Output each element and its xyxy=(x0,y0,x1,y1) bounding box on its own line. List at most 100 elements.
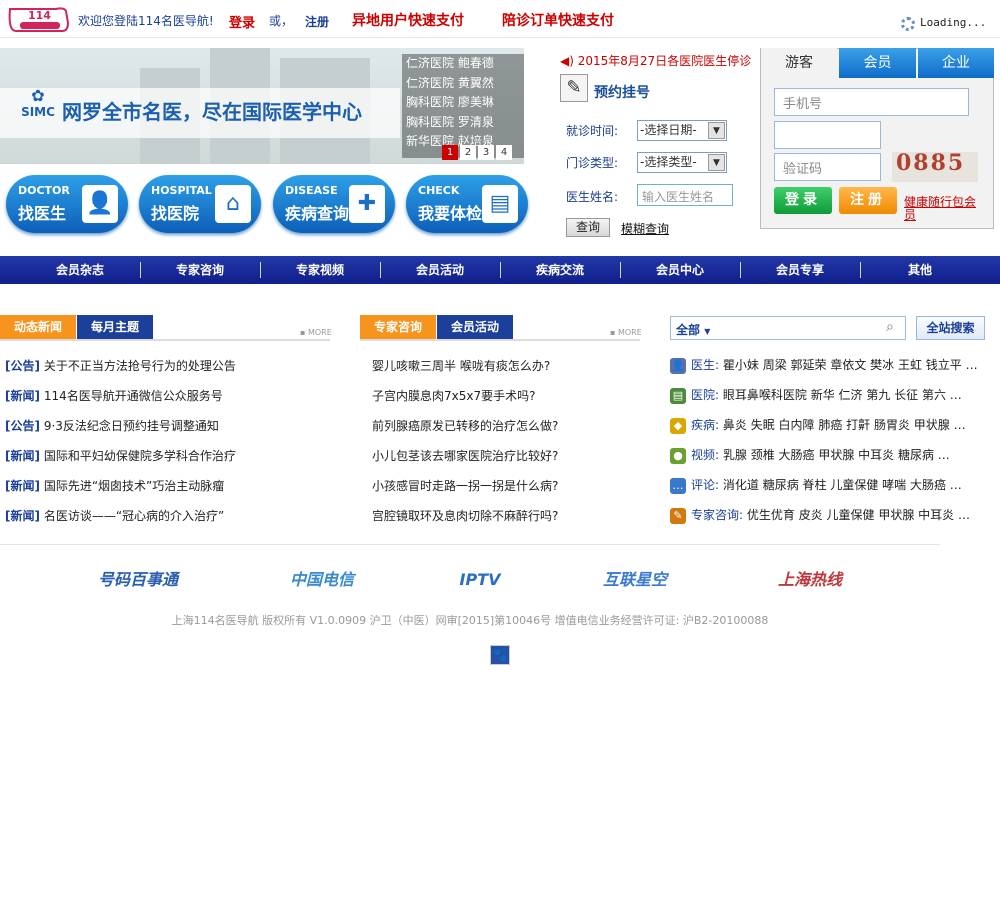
person-icon: 👤 xyxy=(670,357,686,374)
nav-item-2[interactable]: 专家视频 xyxy=(260,256,380,284)
password-input[interactable] xyxy=(774,121,881,149)
tab-expert-consult[interactable]: 专家咨询 xyxy=(360,315,436,339)
quick-hospital-button[interactable]: HOSPITAL 找医院 ⌂ xyxy=(139,175,261,233)
doctor-icon: 👤 xyxy=(82,185,118,223)
nav-separator xyxy=(500,262,501,278)
search-scope-select[interactable]: 全部 ▼ xyxy=(676,321,710,338)
nav-item-3[interactable]: 会员活动 xyxy=(380,256,500,284)
escort-pay-link[interactable]: 陪诊订单快速支付 xyxy=(502,10,614,30)
nav-item-4[interactable]: 疾病交流 xyxy=(500,256,620,284)
partner-logo[interactable]: 中国电信 xyxy=(272,563,372,597)
consult-item[interactable]: 婴儿咳嗽三周半 喉咙有痰怎么办? xyxy=(372,351,642,381)
carousel-page-4[interactable]: 4 xyxy=(496,145,512,160)
tab-news[interactable]: 动态新闻 xyxy=(0,315,76,339)
consult-item[interactable]: 前列腺癌原发已转移的治疗怎么做? xyxy=(372,411,642,441)
loading-spinner-icon xyxy=(901,17,915,31)
or-text: 或， xyxy=(269,14,294,28)
date-label: 就诊时间: xyxy=(566,124,619,138)
doctor-name-label: 医生姓名: xyxy=(566,190,619,204)
edit-icon: ✎ xyxy=(670,507,686,524)
carousel-pager: 1234 xyxy=(440,144,512,160)
news-item[interactable]: [新闻] 国际先进“烟囱技术”巧治主动脉瘤 xyxy=(5,471,335,501)
site-search-button[interactable]: 全站搜索 xyxy=(916,316,985,340)
partner-logo[interactable]: 上海热线 xyxy=(760,563,860,597)
login-button[interactable]: 登录 xyxy=(774,187,832,214)
carousel-page-3[interactable]: 3 xyxy=(478,145,494,160)
type-select[interactable]: -选择类型- ▼ xyxy=(637,152,727,173)
remote-pay-link[interactable]: 异地用户快速支付 xyxy=(352,10,464,30)
date-select[interactable]: -选择日期- ▼ xyxy=(637,120,727,141)
nav-separator xyxy=(860,262,861,278)
checkup-icon: ▤ xyxy=(482,185,518,223)
shield-icon: ◆ xyxy=(670,417,686,434)
news-item[interactable]: [公告] 9·3反法纪念日预约挂号调整通知 xyxy=(5,411,335,441)
banner-hospital-row: 仁济医院 鲍春德 xyxy=(406,56,494,70)
query-button[interactable]: 查询 xyxy=(566,218,610,237)
search-hot-row: ● 视频: 乳腺 颈椎 大肠癌 甲状腺 中耳炎 糖尿病 … xyxy=(670,440,1000,470)
nav-separator xyxy=(620,262,621,278)
partner-logo[interactable]: IPTV xyxy=(430,563,530,597)
quick-check-button[interactable]: CHECK 我要体检 ▤ xyxy=(406,175,528,233)
medkit-icon: ✚ xyxy=(349,185,385,223)
nav-item-5[interactable]: 会员中心 xyxy=(620,256,740,284)
register-button[interactable]: 注册 xyxy=(839,187,897,214)
consult-item[interactable]: 小儿包茎该去哪家医院治疗比较好? xyxy=(372,441,642,471)
phone-input[interactable]: 手机号 xyxy=(774,88,969,116)
consult-more-link[interactable]: ▪ MORE xyxy=(610,328,642,337)
search-hot-row: ◆ 疾病: 鼻炎 失眠 白内障 肺癌 打鼾 肠胃炎 甲状腺 … xyxy=(670,410,1000,440)
nav-separator xyxy=(260,262,261,278)
video-icon: ● xyxy=(670,447,686,464)
tab-guest[interactable]: 游客 xyxy=(761,48,837,78)
news-item[interactable]: [新闻] 114名医导航开通微信公众服务号 xyxy=(5,381,335,411)
carousel-page-2[interactable]: 2 xyxy=(460,145,476,160)
pen-icon: ✎ xyxy=(560,74,588,102)
captcha-input[interactable]: 验证码 xyxy=(774,153,881,181)
nav-item-0[interactable]: 会员杂志 xyxy=(20,256,140,284)
search-icon[interactable]: ⌕ xyxy=(886,319,894,335)
search-hot-row: … 评论: 消化道 糖尿病 脊柱 儿童保健 哮喘 大肠癌 … xyxy=(670,470,1000,500)
news-item[interactable]: [新闻] 国际和平妇幼保健院多学科合作治疗 xyxy=(5,441,335,471)
consult-item[interactable]: 宫腔镜取环及息肉切除不麻醉行吗? xyxy=(372,501,642,531)
health-member-link[interactable]: 健康随行包会员 xyxy=(904,196,984,222)
news-item[interactable]: [公告] 关于不正当方法抢号行为的处理公告 xyxy=(5,351,335,381)
consult-item[interactable]: 子宫内膜息肉7x5x7要手术吗? xyxy=(372,381,642,411)
news-more-link[interactable]: ▪ MORE xyxy=(300,328,332,337)
nav-separator xyxy=(380,262,381,278)
partner-logo[interactable]: 互联星空 xyxy=(585,563,685,597)
tab-enterprise[interactable]: 企业 xyxy=(918,48,994,78)
nav-separator xyxy=(740,262,741,278)
quick-disease-button[interactable]: DISEASE 疾病查询 ✚ xyxy=(273,175,395,233)
speaker-icon: ◀) xyxy=(560,54,574,68)
partner-logo[interactable]: 号码百事通 xyxy=(88,563,188,597)
carousel-page-1[interactable]: 1 xyxy=(442,145,458,160)
baidu-paw-icon[interactable]: 🐾 xyxy=(490,645,510,665)
login-link[interactable]: 登录 xyxy=(229,12,255,31)
register-link[interactable]: 注册 xyxy=(305,13,329,30)
type-label: 门诊类型: xyxy=(566,156,619,170)
main-nav: 会员杂志 专家咨询 专家视频 会员活动 疾病交流 会员中心 会员专享 其他 xyxy=(0,256,1000,284)
tab-member[interactable]: 会员 xyxy=(839,48,916,78)
captcha-image[interactable]: 0885 xyxy=(892,152,978,182)
banner-hospital-row: 胸科医院 廖美琳 xyxy=(406,95,494,109)
nav-item-6[interactable]: 会员专享 xyxy=(740,256,860,284)
nav-item-1[interactable]: 专家咨询 xyxy=(140,256,260,284)
fuzzy-query-link[interactable]: 模糊查询 xyxy=(621,220,669,237)
tab-monthly-topic[interactable]: 每月主题 xyxy=(77,315,153,339)
news-item[interactable]: [新闻] 名医访谈——“冠心病的介入治疗” xyxy=(5,501,335,531)
tab-member-activity[interactable]: 会员活动 xyxy=(437,315,513,339)
consult-list: 婴儿咳嗽三周半 喉咙有痰怎么办? 子宫内膜息肉7x5x7要手术吗? 前列腺癌原发已转… xyxy=(372,351,642,531)
doctor-name-input[interactable]: 输入医生姓名 xyxy=(637,184,733,206)
nav-separator xyxy=(140,262,141,278)
news-underline xyxy=(0,339,330,341)
quick-doctor-button[interactable]: DOCTOR 找医生 👤 xyxy=(6,175,128,233)
site-logo[interactable]: 114 xyxy=(6,5,70,35)
loading-text: Loading... xyxy=(920,16,987,29)
consult-item[interactable]: 小孩感冒时走路一拐一拐是什么病? xyxy=(372,471,642,501)
search-hot-row: 👤 医生: 瞿小妹 周梁 郭延荣 章依文 樊冰 王虹 钱立平 … xyxy=(670,357,978,374)
nav-item-7[interactable]: 其他 xyxy=(860,256,980,284)
svg-text:114: 114 xyxy=(28,9,51,22)
comment-icon: … xyxy=(670,477,686,494)
notice-link[interactable]: ◀) 2015年8月27日各医院医生停诊 xyxy=(560,52,751,69)
chevron-down-icon: ▼ xyxy=(708,122,725,139)
consult-underline xyxy=(360,339,640,341)
